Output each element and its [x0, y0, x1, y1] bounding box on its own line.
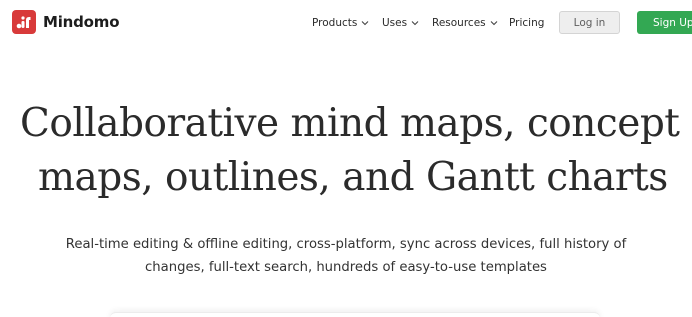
- brand-name: Mindomo: [43, 13, 120, 31]
- nav-resources-label: Resources: [432, 17, 486, 29]
- preview-panel-edge: [110, 312, 600, 317]
- nav-products-label: Products: [312, 17, 358, 29]
- hero-title-line-1: Collaborative mind maps, concept: [20, 101, 680, 146]
- nav-pricing[interactable]: Pricing: [509, 15, 544, 31]
- nav-products[interactable]: Products: [312, 15, 370, 31]
- nav-resources[interactable]: Resources: [432, 15, 499, 31]
- nav-uses[interactable]: Uses: [382, 15, 420, 31]
- chevron-down-icon: [361, 21, 369, 26]
- nav-pricing-label: Pricing: [509, 17, 545, 29]
- nav-uses-label: Uses: [382, 17, 408, 29]
- hero-title-line-2: maps, outlines, and Gantt charts: [38, 155, 668, 200]
- site-header: Mindomo Products Uses Resources Pricing …: [0, 0, 692, 44]
- hero-subtitle-line-2: changes, full-text search, hundreds of e…: [145, 260, 547, 275]
- mindomo-logo-icon: [12, 10, 36, 34]
- hero-subtitle-line-1: Real-time editing & offline editing, cro…: [65, 237, 627, 252]
- hero-subtitle: Real-time editing & offline editing, cro…: [0, 233, 692, 279]
- brand-logo-link[interactable]: Mindomo: [12, 10, 120, 34]
- chevron-down-icon: [490, 21, 498, 26]
- signup-button[interactable]: Sign Up: [637, 11, 692, 34]
- chevron-down-icon: [411, 21, 419, 26]
- login-button[interactable]: Log in: [559, 11, 620, 34]
